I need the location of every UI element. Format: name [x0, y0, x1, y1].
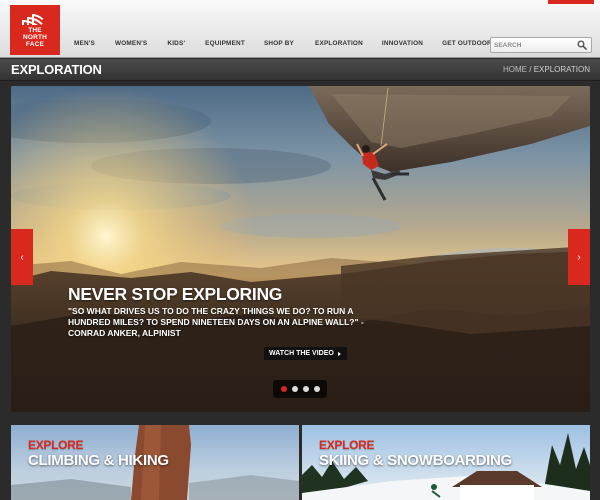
- nav-item-equipment[interactable]: EQUIPMENT: [205, 40, 245, 47]
- nav-item-exploration[interactable]: EXPLORATION: [315, 40, 363, 47]
- hero-heading: NEVER STOP EXPLORING: [68, 284, 283, 304]
- slide-dot-2[interactable]: [291, 386, 298, 392]
- logo-text-line-1: THE: [28, 27, 42, 34]
- page-title: EXPLORATION: [11, 62, 102, 77]
- search-input[interactable]: [494, 39, 574, 51]
- nav-item-shop-by[interactable]: SHOP BY: [264, 40, 294, 47]
- nav-item-mens[interactable]: MEN'S: [74, 40, 95, 47]
- slide-dot-1[interactable]: [280, 386, 287, 392]
- chevron-left-icon: ‹: [20, 251, 24, 263]
- hero-slider: ‹ › NEVER STOP EXPLORING "SO WHAT DRIVES…: [11, 86, 590, 412]
- search-box: [490, 37, 592, 53]
- brand-logo[interactable]: THE NORTH FACE: [10, 5, 60, 55]
- page-title-bar: EXPLORATION HOME / EXPLORATION: [0, 59, 600, 81]
- breadcrumb-current: EXPLORATION: [533, 65, 590, 74]
- explore-climbing-hiking-tile[interactable]: EXPLORE CLIMBING & HIKING: [11, 425, 299, 500]
- header-accent-bar: [548, 0, 594, 4]
- slide-dot-4[interactable]: [313, 386, 320, 392]
- tile-label: SKIING & SNOWBOARDING: [319, 452, 512, 469]
- nav-item-kids[interactable]: KIDS': [167, 40, 185, 47]
- watch-video-label: WATCH THE VIDEO: [269, 350, 334, 357]
- breadcrumb-separator: /: [527, 65, 534, 74]
- breadcrumb-home-link[interactable]: HOME: [503, 65, 527, 74]
- search-icon[interactable]: [577, 40, 587, 50]
- logo-arcs-icon: [22, 12, 48, 25]
- slide-pagination: [273, 380, 327, 398]
- nav-item-womens[interactable]: WOMEN'S: [115, 40, 147, 47]
- nav-item-innovation[interactable]: INNOVATION: [382, 40, 423, 47]
- tile-kicker: EXPLORE: [319, 438, 375, 452]
- breadcrumb: HOME / EXPLORATION: [503, 65, 590, 74]
- nav-item-get-outdoors[interactable]: GET OUTDOORS: [442, 40, 496, 47]
- logo-text-line-2: NORTH: [22, 34, 48, 41]
- play-arrow-icon: [337, 351, 341, 356]
- hero-prev-button[interactable]: ‹: [11, 229, 33, 285]
- explore-skiing-snowboarding-tile[interactable]: EXPLORE SKIING & SNOWBOARDING: [302, 425, 590, 500]
- hero-quote: "SO WHAT DRIVES US TO DO THE CRAZY THING…: [68, 306, 364, 338]
- site-header: THE NORTH FACE MEN'S WOMEN'S KIDS' EQUIP…: [0, 0, 600, 58]
- tile-kicker: EXPLORE: [28, 438, 84, 452]
- hero-next-button[interactable]: ›: [568, 229, 590, 285]
- logo-text-line-3: FACE: [25, 41, 45, 48]
- hero-image: [11, 86, 590, 412]
- main-nav: MEN'S WOMEN'S KIDS' EQUIPMENT SHOP BY EX…: [74, 40, 496, 47]
- chevron-right-icon: ›: [577, 251, 581, 263]
- watch-video-button[interactable]: WATCH THE VIDEO: [264, 347, 347, 360]
- slide-dot-3[interactable]: [302, 386, 309, 392]
- tile-label: CLIMBING & HIKING: [28, 452, 169, 469]
